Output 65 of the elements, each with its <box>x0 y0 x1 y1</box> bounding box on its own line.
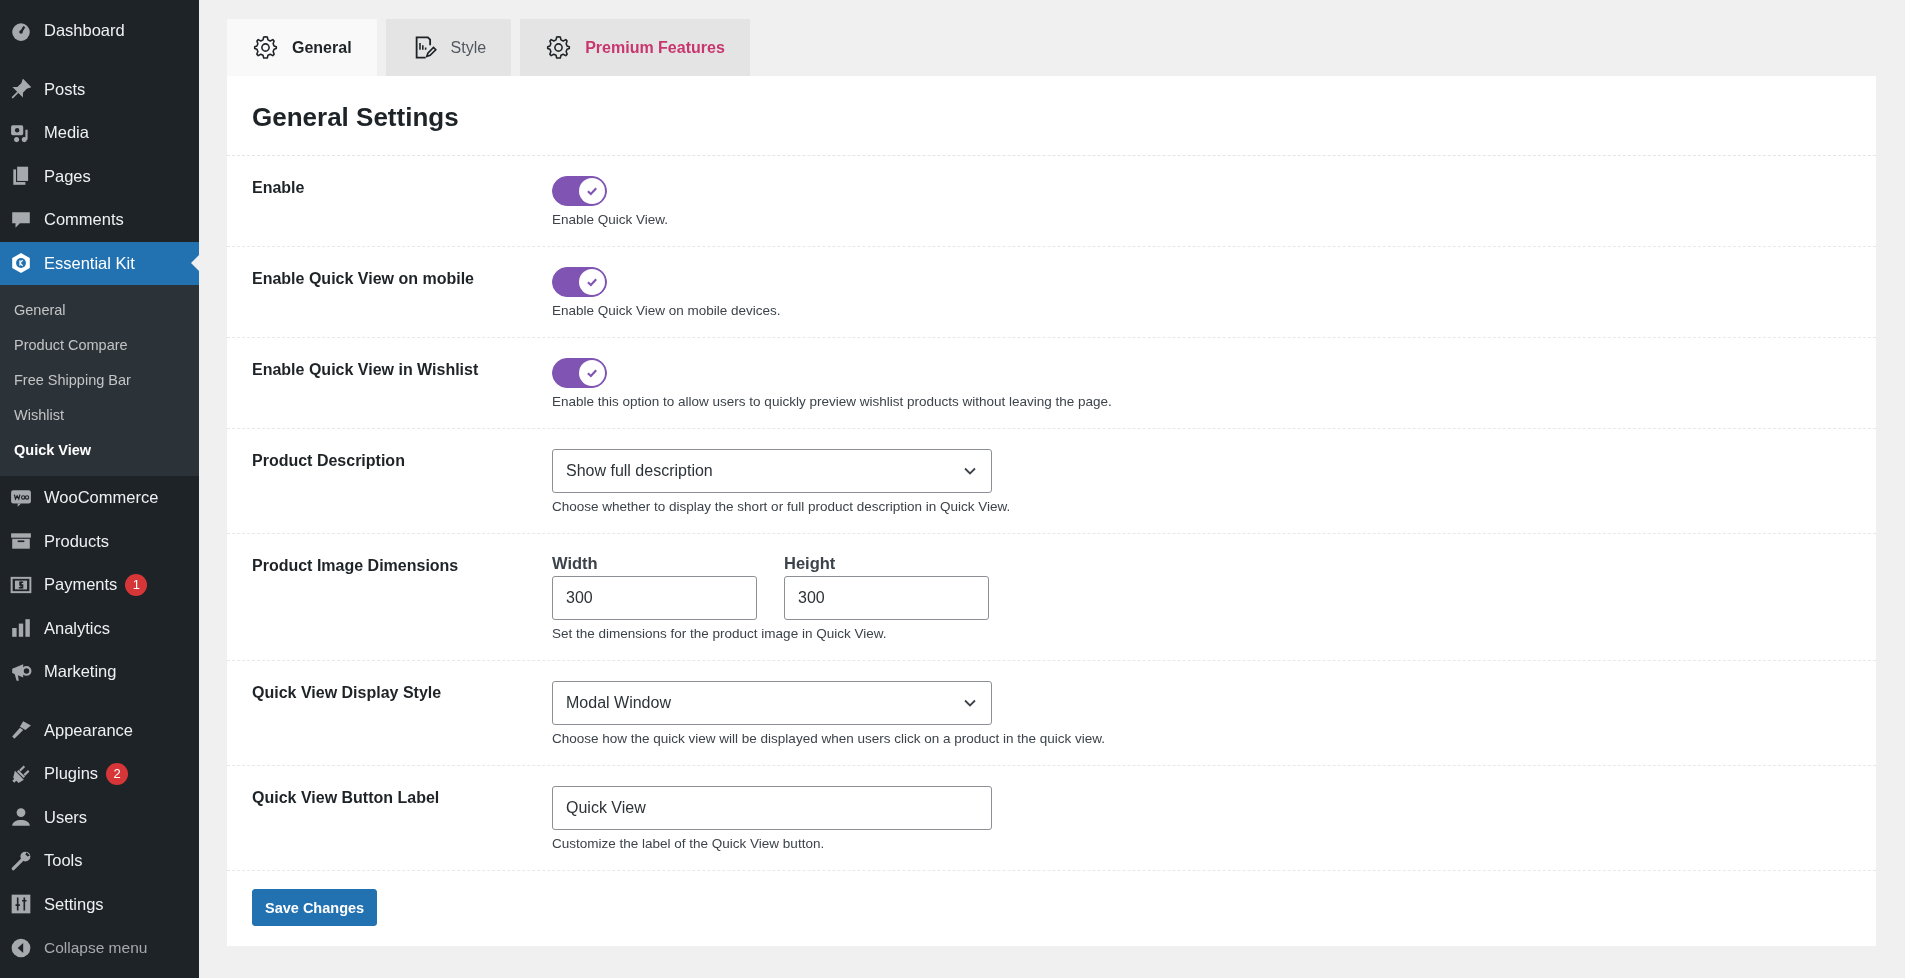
setting-label: Enable <box>252 178 306 198</box>
wrench-icon <box>10 849 32 872</box>
setting-label: Quick View Display Style <box>252 683 443 703</box>
submenu-item[interactable]: Product Compare <box>0 328 199 363</box>
toggle-switch[interactable] <box>552 176 607 206</box>
section-heading: General Settings <box>227 76 1876 156</box>
menu-item[interactable]: Posts <box>0 67 199 111</box>
menu-item[interactable]: Dashboard <box>0 9 199 53</box>
gear-icon <box>252 34 279 61</box>
menu-item[interactable]: Plugins 2 <box>0 752 199 796</box>
submenu-item[interactable]: General <box>0 293 199 328</box>
menu-item[interactable]: Appearance <box>0 708 199 752</box>
menu-item[interactable]: Comments <box>0 198 199 242</box>
field-label: Height <box>784 554 837 573</box>
count-badge: 2 <box>106 762 129 785</box>
menu-item[interactable]: Media <box>0 111 199 155</box>
dropdown[interactable]: Modal Window <box>552 681 992 725</box>
help-text: Choose whether to display the short or full product description in Quick View. <box>552 499 1011 514</box>
toggle-switch[interactable] <box>552 358 607 388</box>
bar-chart-icon <box>10 617 32 640</box>
sliders-icon <box>10 893 32 916</box>
help-text: Enable Quick View. <box>552 212 669 227</box>
menu-item[interactable]: Users <box>0 795 199 839</box>
menu-item[interactable]: Tools <box>0 839 199 883</box>
collapse-menu-button[interactable]: Collapse menu <box>0 926 199 970</box>
pointer-arrow <box>191 254 199 271</box>
help-text: Set the dimensions for the product image in Quick View. <box>552 626 887 641</box>
settings-tab[interactable]: General <box>227 19 377 76</box>
count-badge: 1 <box>125 573 148 596</box>
paintbrush-icon <box>10 719 32 742</box>
setting-label: Product Description <box>252 451 406 471</box>
input-field[interactable]: 300 <box>552 576 757 620</box>
menu-item[interactable]: Essential Kit <box>0 241 199 285</box>
setting-label: Quick View Button Label <box>252 788 441 808</box>
menu-item[interactable]: Products <box>0 519 199 563</box>
menu-item[interactable]: Marketing <box>0 650 199 694</box>
menu-item[interactable]: Pages <box>0 154 199 198</box>
setting-label: Product Image Dimensions <box>252 556 460 576</box>
menu-item[interactable]: Settings <box>0 882 199 926</box>
help-text: Choose how the quick view will be displayed when users click on a product in the quick view. <box>552 731 1106 746</box>
help-text: Enable this option to allow users to quickly preview wishlist products without leaving the page. <box>552 394 1112 409</box>
save-button[interactable]: Save Changes <box>252 889 378 926</box>
submenu-item[interactable]: Wishlist <box>0 398 199 433</box>
user-icon <box>10 806 32 829</box>
menu-item[interactable]: WooCommerce <box>0 476 199 520</box>
dropdown[interactable]: Show full description <box>552 449 992 493</box>
help-text: Customize the label of the Quick View button. <box>552 836 825 851</box>
settings-tab[interactable]: Style <box>385 19 512 76</box>
gear-icon <box>545 34 573 61</box>
submenu-item[interactable]: Free Shipping Bar <box>0 363 199 398</box>
toggle-switch[interactable] <box>552 267 607 297</box>
settings-tab[interactable]: Premium Features <box>520 19 750 76</box>
setting-label: Enable Quick View in Wishlist <box>252 360 480 380</box>
submenu-item[interactable]: Quick View <box>0 433 199 468</box>
collapse-icon <box>10 936 32 959</box>
input-field[interactable]: Quick View <box>552 786 992 830</box>
field-label: Width <box>552 554 599 573</box>
setting-label: Enable Quick View on mobile <box>252 269 475 289</box>
pages-icon <box>10 165 32 188</box>
menu-item[interactable]: Payments 1 <box>0 563 199 607</box>
hexagon-logo-icon <box>10 252 32 275</box>
pin-icon <box>10 78 32 101</box>
input-field[interactable]: 300 <box>784 576 989 620</box>
menu-item[interactable]: Analytics <box>0 606 199 650</box>
help-text: Enable Quick View on mobile devices. <box>552 303 781 318</box>
